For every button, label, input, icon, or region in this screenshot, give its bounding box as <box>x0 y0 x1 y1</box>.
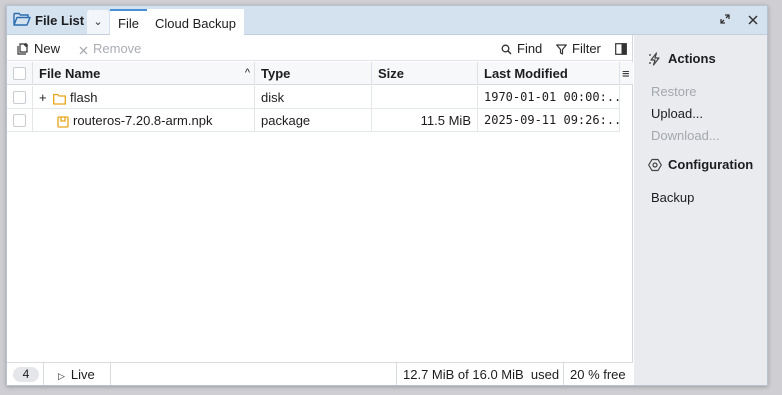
restore-window-icon <box>720 14 730 24</box>
restore-window-button[interactable] <box>716 11 734 29</box>
column-header-last-modified[interactable]: Last Modified <box>478 62 620 85</box>
column-header-type[interactable]: Type <box>255 62 372 85</box>
remove-icon <box>79 46 88 55</box>
column-header-size[interactable]: Size <box>372 62 478 85</box>
sort-asc-icon: ^ <box>244 67 250 79</box>
gear-icon <box>648 158 662 172</box>
upload-action[interactable]: Upload... <box>651 106 703 121</box>
actions-title: Actions <box>668 51 716 66</box>
file-size-cell: 11.5 MiB <box>372 109 478 132</box>
column-header-file-name[interactable]: File Name ^ <box>33 62 255 85</box>
lightning-icon <box>649 52 660 66</box>
live-toggle[interactable]: ▷ Live <box>44 363 111 385</box>
folder-icon <box>53 93 66 105</box>
select-all-checkbox[interactable] <box>13 67 26 80</box>
side-panel: Actions Restore Upload... Download... Co… <box>634 35 767 385</box>
side-panel-icon <box>615 43 627 55</box>
configuration-title: Configuration <box>668 157 754 172</box>
file-name-cell: routeros-7.20.8-arm.npk <box>33 109 255 132</box>
filter-button[interactable]: Filter <box>556 40 601 58</box>
status-spacer <box>111 363 397 385</box>
file-list-window: File List ⌄ File Cloud Backup New Remove… <box>6 5 768 386</box>
restore-action[interactable]: Restore <box>651 84 697 99</box>
table-row[interactable]: routeros-7.20.8-arm.npk package 11.5 MiB… <box>7 109 620 132</box>
remove-label: Remove <box>93 41 142 56</box>
file-type-cell: disk <box>255 86 372 109</box>
backup-action[interactable]: Backup <box>651 190 694 205</box>
new-file-icon <box>17 43 28 55</box>
row-checkbox[interactable] <box>13 91 26 104</box>
filter-label: Filter <box>572 41 601 56</box>
new-button[interactable]: New <box>17 40 60 58</box>
column-menu-icon: ≡ <box>622 66 630 81</box>
package-icon <box>57 116 69 128</box>
tab-file[interactable]: File <box>110 9 147 35</box>
remove-button[interactable]: Remove <box>79 40 141 58</box>
file-list-panel: New Remove Find Filter File Name ^ Type … <box>7 35 633 385</box>
toolbar: New Remove Find Filter <box>7 35 632 61</box>
configuration-heading: Configuration <box>648 157 753 172</box>
storage-free: 20 % free <box>570 367 626 382</box>
play-icon: ▷ <box>58 371 65 381</box>
file-type-cell: package <box>255 109 372 132</box>
search-icon <box>501 44 512 55</box>
row-check-cell <box>7 109 33 132</box>
tab-cloud-backup[interactable]: Cloud Backup <box>147 9 244 35</box>
select-all-cell <box>7 62 33 85</box>
find-label: Find <box>517 41 543 56</box>
find-button[interactable]: Find <box>501 40 542 58</box>
file-modified-cell: 2025-09-11 09:26:... <box>478 109 620 132</box>
table-row[interactable]: + flash disk 1970-01-01 00:00:... <box>7 86 620 109</box>
item-count: 4 <box>7 363 44 385</box>
file-modified-cell: 1970-01-01 00:00:... <box>478 86 620 109</box>
window-title: File List <box>35 13 85 28</box>
column-header-label: File Name <box>39 66 101 81</box>
new-label: New <box>34 41 61 56</box>
expand-icon[interactable]: + <box>39 86 53 109</box>
window-menu-button[interactable]: ⌄ <box>87 10 109 34</box>
file-name: routeros-7.20.8-arm.npk <box>73 113 213 128</box>
row-checkbox[interactable] <box>13 114 26 127</box>
file-size-cell <box>372 86 478 109</box>
live-label: Live <box>70 367 95 382</box>
chevron-down-icon: ⌄ <box>93 16 103 28</box>
download-action[interactable]: Download... <box>651 128 720 143</box>
count-badge: 4 <box>13 367 39 382</box>
file-name: flash <box>70 90 98 105</box>
file-name-cell: + flash <box>33 86 255 109</box>
table-header: File Name ^ Type Size Last Modified ≡ <box>7 62 633 85</box>
close-window-button[interactable] <box>744 11 762 29</box>
row-check-cell <box>7 86 33 109</box>
title-bar: File List ⌄ File Cloud Backup <box>7 6 767 35</box>
toggle-side-panel-button[interactable] <box>615 40 632 58</box>
column-menu-button[interactable]: ≡ <box>620 62 633 85</box>
storage-used: 12.7 MiB of 16.0 MiB used <box>397 363 564 385</box>
actions-heading: Actions <box>648 51 716 66</box>
status-bar: 4 ▷ Live 12.7 MiB of 16.0 MiB used 20 % f… <box>7 362 633 385</box>
filter-icon <box>556 44 567 55</box>
folder-open-icon <box>13 12 31 26</box>
close-icon <box>748 15 758 25</box>
